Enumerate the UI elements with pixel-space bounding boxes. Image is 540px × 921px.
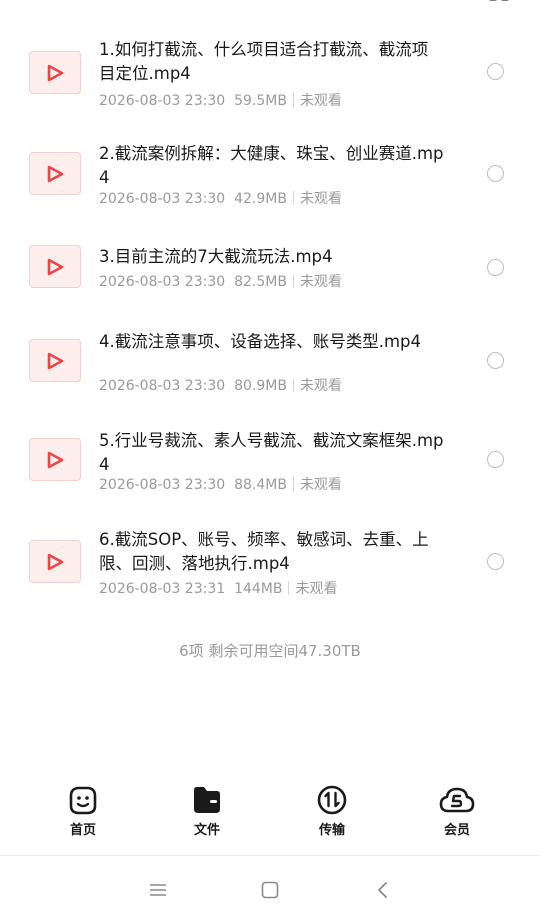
meta-divider bbox=[292, 477, 294, 491]
home-button[interactable] bbox=[256, 876, 284, 904]
bottom-tab-bar: 首页 文件 传输 会员 bbox=[0, 776, 540, 854]
watch-status: 未观看 bbox=[299, 477, 342, 493]
file-name: 1.如何打截流、什么项目适合打截流、截流项目定位.mp4 bbox=[99, 40, 429, 83]
back-button[interactable] bbox=[369, 876, 397, 904]
video-thumbnail bbox=[29, 152, 81, 195]
meta-divider bbox=[292, 274, 294, 288]
file-date: 2026-08-03 23:31 bbox=[99, 581, 226, 597]
file-meta: 2026-08-03 23:31 144MB 未观看 bbox=[99, 580, 337, 598]
watch-status: 未观看 bbox=[299, 378, 342, 394]
select-radio[interactable] bbox=[487, 553, 504, 570]
tab-label: 传输 bbox=[318, 823, 345, 838]
file-date: 2026-08-03 23:30 bbox=[99, 477, 226, 493]
smile-face-icon bbox=[69, 786, 97, 815]
file-name: 2.截流案例拆解：大健康、珠宝、创业赛道.mp4 bbox=[99, 144, 444, 187]
file-date: 2026-08-03 23:30 bbox=[99, 274, 226, 290]
tab-files[interactable]: 文件 bbox=[172, 784, 242, 838]
tab-label: 会员 bbox=[443, 823, 470, 838]
storage-summary: 6项 剩余可用空间47.30TB bbox=[179, 642, 361, 660]
play-icon bbox=[47, 451, 64, 468]
home-square-icon bbox=[261, 881, 279, 899]
file-date: 2026-08-03 23:30 bbox=[99, 191, 226, 207]
file-size: 88.4MB bbox=[234, 477, 287, 493]
select-radio[interactable] bbox=[487, 451, 504, 468]
file-size: 82.5MB bbox=[234, 274, 287, 290]
tab-label: 文件 bbox=[193, 823, 220, 838]
meta-divider bbox=[292, 191, 294, 205]
file-size: 42.9MB bbox=[234, 191, 287, 207]
video-thumbnail bbox=[29, 339, 81, 382]
file-meta: 2026-08-03 23:30 88.4MB 未观看 bbox=[99, 476, 342, 494]
menu-icon bbox=[150, 884, 166, 896]
back-icon bbox=[378, 882, 387, 898]
tab-home[interactable]: 首页 bbox=[48, 784, 118, 838]
play-icon bbox=[47, 165, 64, 182]
file-meta: 2026-08-03 23:30 42.9MB 未观看 bbox=[99, 190, 342, 208]
file-name: 6.截流SOP、账号、频率、敏感词、去重、上限、回测、落地执行.mp4 bbox=[99, 530, 429, 573]
play-icon bbox=[47, 258, 64, 275]
file-size: 80.9MB bbox=[234, 378, 287, 394]
cloud-vip-icon bbox=[439, 787, 475, 813]
play-icon bbox=[47, 64, 64, 81]
system-navigation-bar bbox=[0, 856, 540, 921]
file-meta: 2026-08-03 23:30 80.9MB 未观看 bbox=[99, 377, 342, 395]
watch-status: 未观看 bbox=[299, 191, 342, 207]
file-size: 59.5MB bbox=[234, 93, 287, 109]
recents-button[interactable] bbox=[144, 876, 172, 904]
meta-divider bbox=[292, 93, 294, 107]
tab-transfer[interactable]: 传输 bbox=[297, 784, 367, 838]
file-meta: 2026-08-03 23:30 82.5MB 未观看 bbox=[99, 273, 342, 291]
video-thumbnail bbox=[29, 245, 81, 288]
play-icon bbox=[47, 553, 64, 570]
video-thumbnail bbox=[29, 51, 81, 94]
video-thumbnail bbox=[29, 438, 81, 481]
folder-icon bbox=[194, 787, 220, 813]
play-icon bbox=[47, 352, 64, 369]
watch-status: 未观看 bbox=[299, 93, 342, 109]
file-name: 5.行业号裁流、素人号截流、截流文案框架.mp4 bbox=[99, 431, 444, 474]
file-name: 3.目前主流的7大截流玩法.mp4 bbox=[99, 247, 333, 266]
watch-status: 未观看 bbox=[299, 274, 342, 290]
file-date: 2026-08-03 23:30 bbox=[99, 378, 226, 394]
tab-label: 首页 bbox=[69, 823, 96, 838]
select-radio[interactable] bbox=[487, 165, 504, 182]
toolbar-icon-fragment bbox=[489, 0, 509, 1]
select-radio[interactable] bbox=[487, 352, 504, 369]
video-thumbnail bbox=[29, 540, 81, 583]
meta-divider bbox=[288, 581, 290, 595]
select-radio[interactable] bbox=[487, 259, 504, 276]
file-date: 2026-08-03 23:30 bbox=[99, 93, 226, 109]
watch-status: 未观看 bbox=[295, 581, 338, 597]
select-radio[interactable] bbox=[487, 63, 504, 80]
file-meta: 2026-08-03 23:30 59.5MB 未观看 bbox=[99, 92, 342, 110]
file-size: 144MB bbox=[234, 581, 283, 597]
meta-divider bbox=[292, 378, 294, 392]
tab-vip[interactable]: 会员 bbox=[422, 784, 492, 838]
file-name: 4.截流注意事项、设备选择、账号类型.mp4 bbox=[99, 332, 422, 351]
transfer-icon bbox=[317, 785, 347, 815]
